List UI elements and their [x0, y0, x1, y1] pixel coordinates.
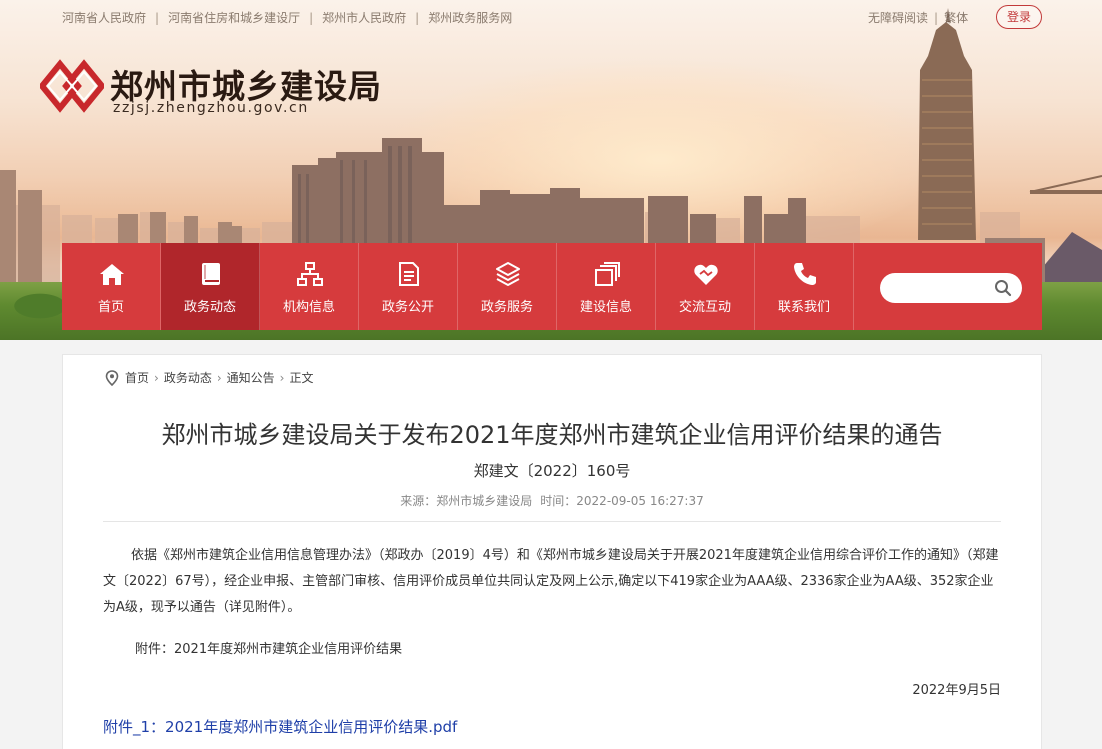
attachment-download-link[interactable]: 附件_1：2021年度郑州市建筑企业信用评价结果.pdf [103, 716, 457, 737]
top-link-zhengzhou-gov[interactable]: 郑州市人民政府 [322, 11, 406, 25]
nav-label: 政务动态 [183, 300, 236, 315]
handshake-icon [694, 264, 718, 285]
header-banner: 河南省人民政府 | 河南省住房和城乡建设厅 | 郑州市人民政府 | 郑州政务服务网 无障碍阅… [0, 0, 1102, 340]
article-meta: 来源：郑州市城乡建设局 时间：2022-09-05 16:27:37 [63, 492, 1041, 509]
org-chart-icon [297, 262, 323, 286]
home-icon [100, 264, 124, 285]
article-source: 来源：郑州市城乡建设局 [400, 494, 533, 508]
site-logo-icon[interactable] [40, 58, 104, 114]
search-icon[interactable] [994, 279, 1012, 297]
search-box [880, 273, 1022, 303]
traditional-chinese-link[interactable]: 繁体 [944, 11, 968, 25]
site-domain: zzjsj.zhengzhou.gov.cn [113, 100, 309, 116]
article-date: 2022年9月5日 [912, 683, 1001, 698]
document-number: 郑建文〔2022〕160号 [473, 462, 631, 480]
nav-label: 机构信息 [282, 300, 335, 315]
nav-label: 建设信息 [579, 300, 632, 315]
breadcrumb-home[interactable]: 首页 [125, 369, 149, 386]
attachment-note: 附件：2021年度郑州市建筑企业信用评价结果 [135, 642, 403, 657]
nav-label: 交流互动 [678, 300, 731, 315]
article-time: 时间：2022-09-05 16:27:37 [540, 494, 704, 508]
chevron-right-icon: › [279, 370, 285, 385]
nav-label: 首页 [97, 300, 124, 315]
search-input[interactable] [892, 278, 992, 298]
top-tools: 无障碍阅读 | 繁体 [868, 11, 969, 25]
chevron-right-icon: › [154, 370, 159, 385]
article-card: 首页 › 政务动态 › 通知公告 › 正文 郑州市城乡建设局关于发布2021年度… [62, 354, 1042, 749]
nav-label: 政务服务 [480, 300, 533, 315]
layers-icon [496, 262, 520, 286]
top-links: 河南省人民政府 | 河南省住房和城乡建设厅 | 郑州市人民政府 | 郑州政务服务网 [62, 11, 513, 25]
breadcrumb: 首页 › 政务动态 › 通知公告 › 正文 [105, 369, 314, 386]
nav-item-organization[interactable]: 机构信息 [260, 243, 359, 330]
nav-item-construction[interactable]: 建设信息 [557, 243, 656, 330]
nav-item-public-affairs[interactable]: 政务公开 [359, 243, 458, 330]
top-link-henan-housing[interactable]: 河南省住房和城乡建设厅 [168, 11, 300, 25]
nav-item-interaction[interactable]: 交流互动 [656, 243, 755, 330]
location-pin-icon [105, 369, 119, 386]
article-body: 依据《郑州市建筑企业信用信息管理办法》（郑政办〔2019〕4号）和《郑州市城乡建… [103, 548, 999, 615]
breadcrumb-current: 正文 [289, 371, 314, 385]
breadcrumb-news[interactable]: 政务动态 [164, 369, 212, 386]
nav-item-news[interactable]: 政务动态 [161, 243, 260, 330]
book-icon [202, 263, 220, 285]
nav-item-home[interactable]: 首页 [62, 243, 161, 330]
nav-label: 联系我们 [777, 300, 830, 315]
top-link-zhengzhou-service[interactable]: 郑州政务服务网 [428, 11, 512, 25]
phone-icon [794, 263, 816, 285]
chevron-right-icon: › [216, 370, 222, 385]
top-link-henan-gov[interactable]: 河南省人民政府 [62, 11, 146, 25]
divider [103, 521, 1001, 522]
nav-label: 政务公开 [381, 300, 434, 315]
stack-icon [595, 262, 620, 286]
nav-item-services[interactable]: 政务服务 [458, 243, 557, 330]
nav-item-contact[interactable]: 联系我们 [755, 243, 854, 330]
login-button[interactable]: 登录 [996, 5, 1042, 29]
accessibility-link[interactable]: 无障碍阅读 [868, 11, 928, 25]
breadcrumb-notices[interactable]: 通知公告 [227, 369, 275, 386]
article-title: 郑州市城乡建设局关于发布2021年度郑州市建筑企业信用评价结果的通告 [161, 421, 943, 449]
document-icon [399, 262, 419, 286]
